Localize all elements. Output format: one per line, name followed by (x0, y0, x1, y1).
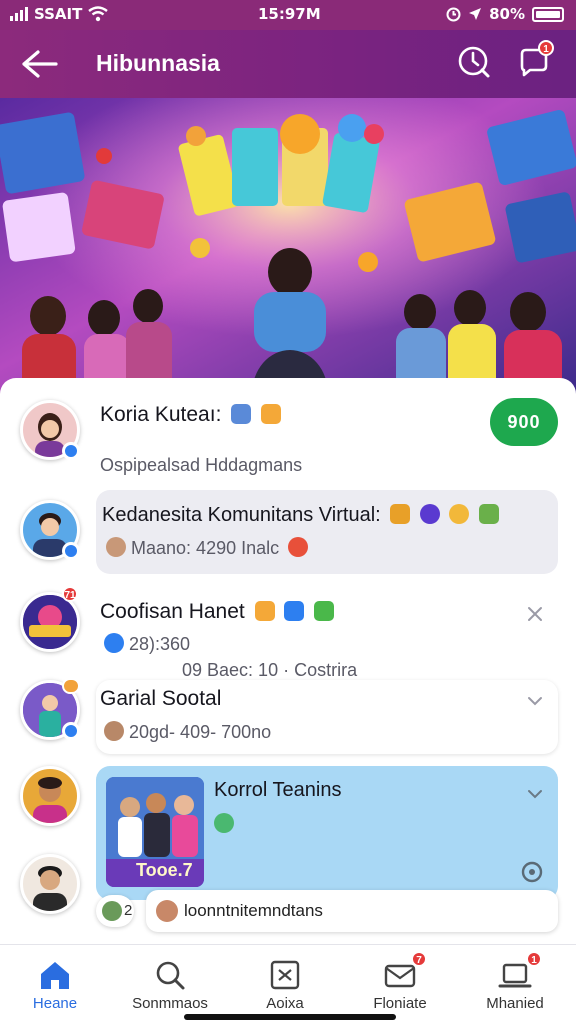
reply-count: 2 (124, 902, 133, 919)
item-subtitle: Maano: 4290 Inalc (106, 537, 309, 559)
tab-label: Aoixa (266, 995, 304, 1012)
page-title: Hibunnasia (96, 50, 220, 76)
user-mini-avatar (102, 901, 122, 921)
status-bar: SSAIT 15:97M 80% (0, 0, 576, 30)
avatar[interactable] (20, 854, 80, 914)
tools-icon (231, 404, 252, 424)
location-icon (469, 8, 482, 20)
user-mini-avatar (106, 537, 126, 557)
tab-label: Sonmmaos (132, 995, 208, 1012)
item-subtitle-text: 28):360 (129, 634, 191, 654)
briefcase-icon (390, 504, 411, 524)
gift-icon (261, 404, 282, 424)
wifi-icon (88, 6, 109, 22)
community-thumbnail[interactable]: Tooe.7 (106, 777, 204, 887)
history-button[interactable] (456, 44, 492, 80)
status-right: 80% (446, 5, 564, 23)
chat-notification-button[interactable]: 1 (516, 40, 554, 80)
tab-label: Heane (32, 995, 78, 1012)
avatar[interactable] (20, 766, 80, 826)
user-mini-avatar (104, 721, 124, 741)
reply-input[interactable]: loonntnitemndtans (146, 890, 558, 932)
carrier-label: SSAIT (34, 5, 83, 23)
search-icon (156, 961, 185, 990)
item-title-text: Koria Kuteaı: (100, 403, 222, 426)
status-time: 15:97M (258, 5, 321, 23)
activity-badge (62, 678, 80, 694)
hero-banner-illustration (0, 98, 576, 398)
item-title: Coofisan Hanet (100, 600, 335, 624)
apple-icon (288, 537, 309, 557)
smile-icon (449, 504, 470, 524)
tab-activity[interactable]: Aoixa (230, 951, 340, 1012)
alarm-icon (446, 7, 461, 21)
tab-label: Floniate (373, 995, 427, 1012)
close-icon[interactable] (526, 605, 544, 623)
chevron-down-icon[interactable] (526, 785, 544, 803)
tab-badge: 7 (411, 951, 427, 967)
settings-icon[interactable] (520, 860, 544, 884)
check-icon (314, 601, 335, 621)
online-status-icon (62, 442, 80, 460)
notification-badge: 1 (538, 40, 554, 56)
item-stats: 09 Baec: 10 · Costrira (182, 660, 358, 680)
home-icon (41, 962, 69, 989)
item-title: Garial Sootal (100, 687, 222, 710)
app-header: Hibunnasia 1 (0, 30, 576, 98)
box-icon (270, 960, 300, 990)
tab-profile[interactable]: 1 Mhanied (460, 951, 570, 1012)
reply-text: loonntnitemndtans (184, 901, 323, 920)
thumbnail-label: Tooe.7 (136, 860, 193, 880)
battery-percent: 80% (489, 5, 525, 23)
online-status-icon (62, 722, 80, 740)
item-subtitle: Ospipealsad Hddagmans (100, 455, 303, 475)
status-left: SSAIT (10, 5, 109, 23)
bow-icon (254, 601, 275, 621)
play-icon (284, 601, 305, 621)
tab-search[interactable]: Sonmmaos (115, 951, 225, 1012)
item-title: Koria Kuteaı: (100, 403, 282, 427)
item-title-text: Kedanesita Komunitans Virtual: (102, 504, 381, 526)
signal-icon (10, 7, 28, 21)
item-title: Kedanesita Komunitans Virtual: (102, 504, 499, 527)
parking-icon (419, 504, 440, 524)
item-title-text: Coofisan Hanet (100, 600, 245, 623)
chevron-down-icon[interactable] (526, 692, 544, 710)
home-indicator (184, 1014, 396, 1020)
palette-icon (478, 504, 499, 524)
list-item[interactable] (96, 490, 558, 574)
item-subtitle-text: 20gd- 409- 700no (129, 722, 272, 742)
join-button[interactable]: 900 (490, 398, 558, 446)
tab-home[interactable]: Heane (0, 951, 110, 1012)
reply-counter: 2 (96, 895, 134, 927)
item-subtitle: 28):360 (104, 633, 190, 655)
tab-badge: 1 (526, 951, 542, 967)
item-title: Korrol Teanins (214, 779, 342, 801)
item-subtitle: 20gd- 409- 700no (104, 721, 271, 743)
back-button[interactable] (18, 48, 58, 80)
online-status-icon (62, 542, 80, 560)
unread-badge: 71 (62, 586, 78, 602)
tab-messages[interactable]: 7 Floniate (345, 951, 455, 1012)
item-subtitle-text: Maano: 4290 Inalc (131, 538, 280, 558)
bottom-tab-bar: Heane Sonmmaos Aoixa 7 Floniate 1 Mhanie… (0, 944, 576, 1024)
leaf-icon (214, 813, 234, 833)
info-icon (104, 633, 124, 653)
tab-label: Mhanied (486, 995, 544, 1012)
user-mini-avatar (156, 900, 178, 922)
battery-icon (532, 6, 564, 22)
